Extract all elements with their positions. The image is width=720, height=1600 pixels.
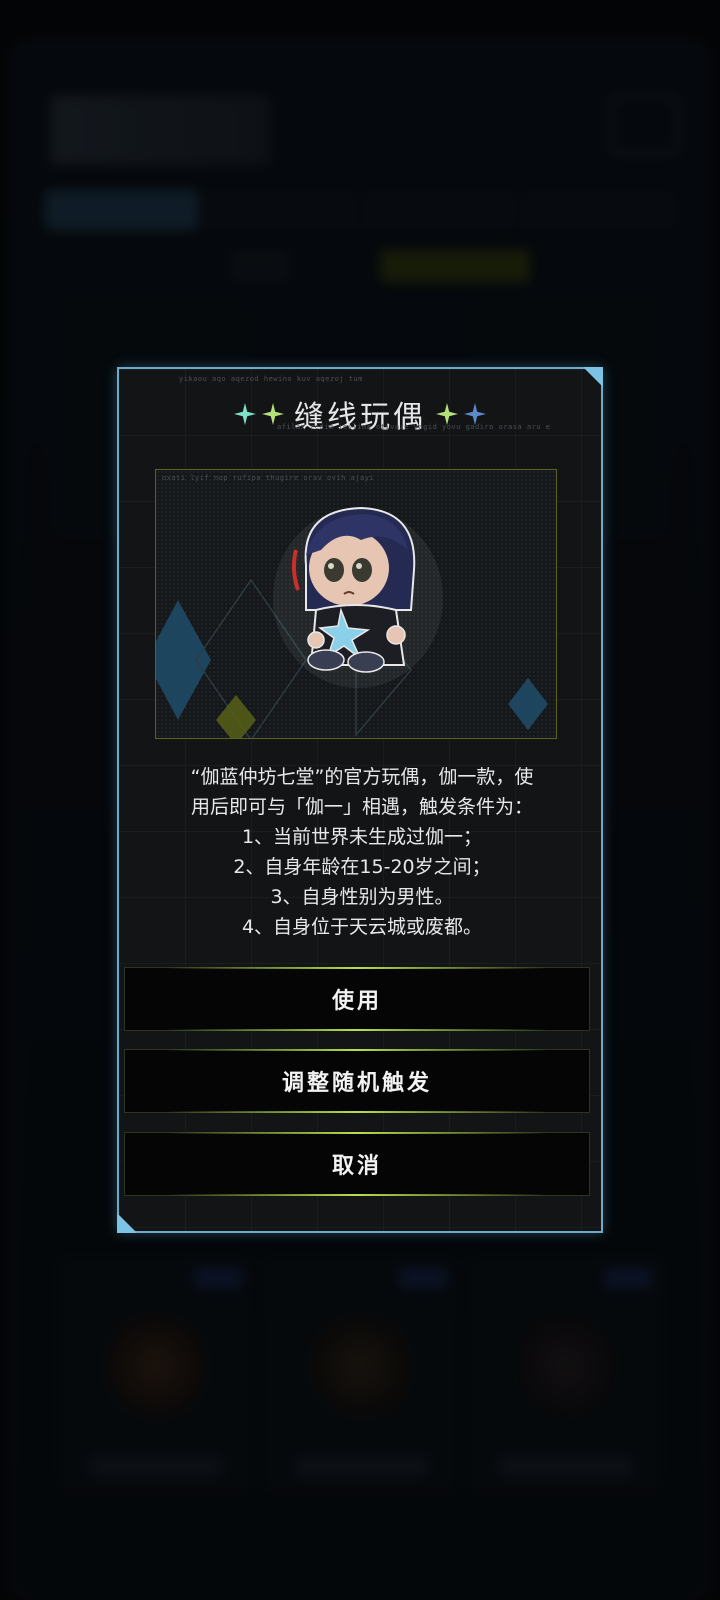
sparkle-icon — [436, 403, 458, 425]
sparkle-icon — [234, 403, 256, 425]
doll-image — [156, 506, 548, 738]
description-line: 2、自身年龄在15-20岁之间； — [233, 856, 491, 878]
use-button[interactable]: 使用 — [124, 967, 590, 1031]
description-line: 3、自身性别为男性。 — [270, 886, 454, 908]
decorative-text: afilax zedim ieslima otivaze vagid yovu … — [277, 423, 551, 431]
description-line: “伽蓝仲坊七堂”的官方玩偶，伽一款，使 — [190, 766, 534, 788]
sparkle-icon — [464, 403, 486, 425]
description-line: 用后即可与「伽一」相遇，触发条件为： — [190, 796, 533, 818]
description-line: 1、当前世界未生成过伽一； — [241, 826, 483, 848]
sparkle-icon — [262, 403, 284, 425]
adjust-random-trigger-button[interactable]: 调整随机触发 — [124, 1049, 590, 1113]
corner-decoration — [583, 367, 603, 387]
decorative-text: yikaou aqo aqezod hewino kuv aqezoj tum — [179, 375, 363, 383]
item-description: “伽蓝仲坊七堂”的官方玩偶，伽一款，使 用后即可与「伽一」相遇，触发条件为： 1… — [149, 762, 575, 942]
item-image-frame: oxati lyif nop rufipa thugire orav ovih … — [155, 469, 557, 739]
cancel-button[interactable]: 取消 — [124, 1132, 590, 1196]
description-line: 4、自身位于天云城或废都。 — [241, 916, 483, 938]
dialog-title-row: 缝线玩偶 — [119, 389, 601, 439]
item-dialog: yikaou aqo aqezod hewino kuv aqezoj tum … — [117, 367, 603, 1233]
corner-decoration — [117, 1213, 137, 1233]
